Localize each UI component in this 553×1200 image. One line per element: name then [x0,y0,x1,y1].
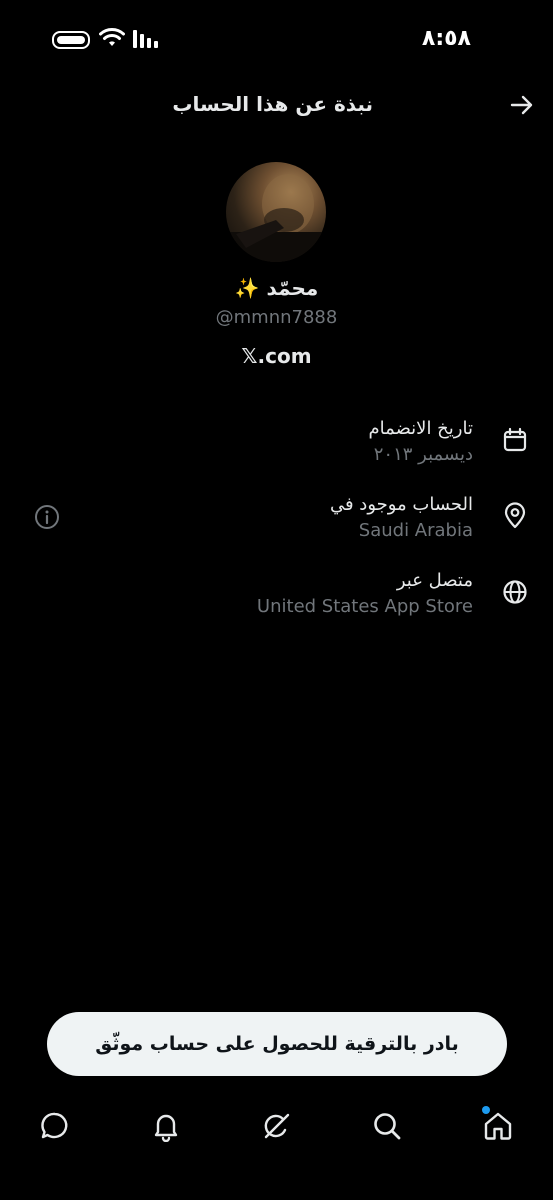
upgrade-button[interactable]: بادر بالترقية للحصول على حساب موثّق [47,1012,507,1076]
avatar-photo [226,174,326,262]
location-label: الحساب موجود في [329,494,473,515]
messages-icon[interactable] [39,1110,71,1142]
back-button[interactable] [507,90,537,120]
page-title: نبذة عن هذا الحساب [172,92,373,116]
connected-label: متصل عبر [396,570,473,591]
signal-icon [133,30,158,48]
connected-row: متصل عبر United States App Store [89,566,529,626]
site-link[interactable]: 𝕏.com [0,344,553,368]
joined-value: ديسمبر ٢٠١٣ [373,444,473,465]
grok-icon[interactable] [261,1110,293,1142]
location-pin-icon [504,502,526,529]
search-icon[interactable] [371,1110,403,1142]
joined-label: تاريخ الانضمام [368,418,473,439]
battery-icon [52,31,90,49]
notifications-icon[interactable] [150,1110,182,1142]
globe-icon [503,580,527,604]
display-name: محمّد ✨ [234,276,319,300]
handle: @mmnn7888 [215,307,338,328]
calendar-icon [503,427,527,452]
status-bar: ٨:٥٨ [0,24,553,58]
location-value: Saudi Arabia [358,520,473,541]
connected-value: United States App Store [256,596,473,617]
home-icon[interactable] [482,1110,514,1142]
wifi-icon [99,28,125,46]
arrow-right-icon [510,95,533,115]
home-unread-dot [482,1106,490,1114]
avatar[interactable] [226,162,326,262]
status-time: ٨:٥٨ [421,26,471,51]
bottom-nav [0,1100,553,1156]
location-row: الحساب موجود في Saudi Arabia [89,490,529,550]
joined-row: تاريخ الانضمام ديسمبر ٢٠١٣ [89,414,529,474]
info-circle-icon[interactable] [34,504,60,530]
header: نبذة عن هذا الحساب [0,84,553,126]
about-account-screen: ٨:٥٨ نبذة عن هذا الحساب محمّد ✨ @mmnn788… [0,0,553,1200]
